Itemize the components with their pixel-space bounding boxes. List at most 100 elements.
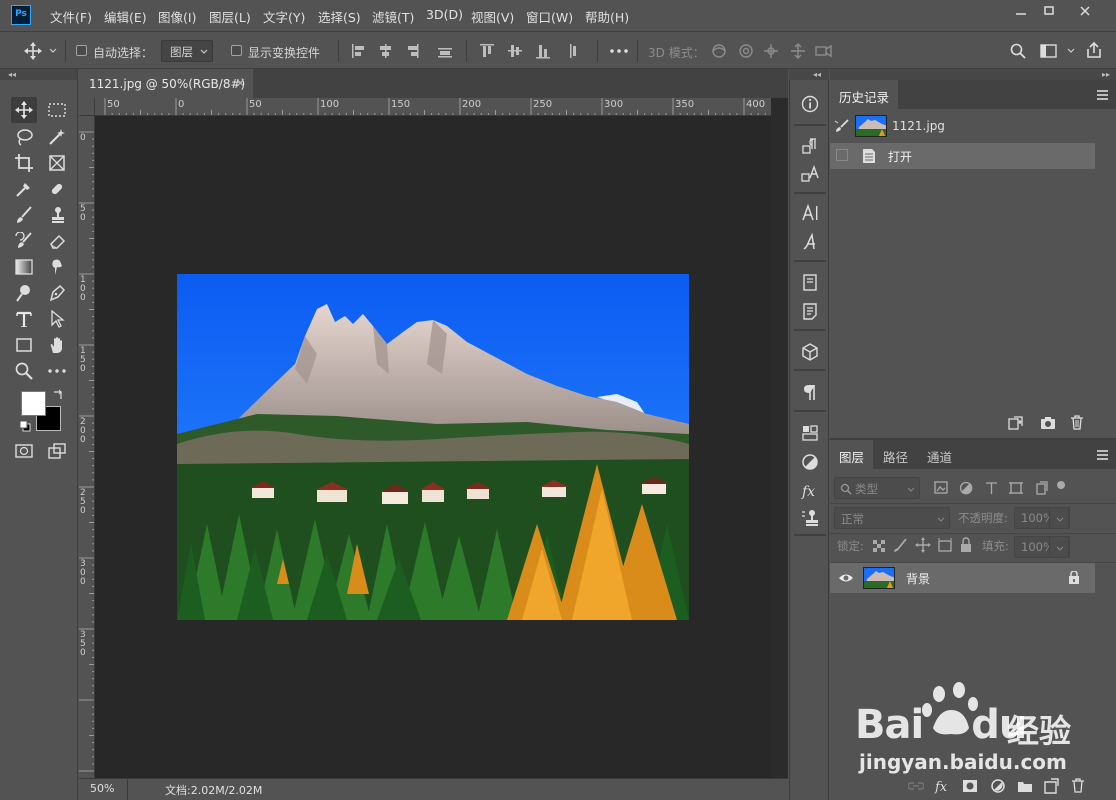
menu-help[interactable]: 帮助(H) xyxy=(585,7,629,26)
restore-button[interactable] xyxy=(1033,0,1065,22)
paragraph-panel-button[interactable] xyxy=(797,380,823,404)
foreground-color-swatch[interactable] xyxy=(21,391,46,416)
document-image[interactable] xyxy=(177,274,689,620)
layer-row[interactable]: 背景 xyxy=(830,563,1095,593)
edit-toolbar-button[interactable] xyxy=(44,358,70,384)
link-layers-icon[interactable] xyxy=(908,780,924,792)
character-styles-button[interactable] xyxy=(797,162,823,186)
styles-panel-button[interactable]: fx xyxy=(797,479,823,503)
character-panel-button[interactable] xyxy=(797,201,823,225)
panel-menu-icon[interactable] xyxy=(1097,90,1108,102)
menu-edit[interactable]: 编辑(E) xyxy=(104,7,147,26)
crop-tool[interactable] xyxy=(11,150,37,176)
new-document-from-state-icon[interactable] xyxy=(1008,416,1024,430)
marquee-tool[interactable] xyxy=(44,97,70,123)
menu-layer[interactable]: 图层(L) xyxy=(209,7,251,26)
info-panel-button[interactable] xyxy=(797,92,823,116)
hand-tool[interactable] xyxy=(44,332,70,358)
path-selection-tool[interactable] xyxy=(44,306,70,332)
gradient-tool[interactable] xyxy=(11,254,37,280)
close-window-button[interactable] xyxy=(1069,0,1101,22)
layer-filter-icons[interactable] xyxy=(934,480,1066,496)
iconstrip-collapse-bar[interactable]: ◂◂ xyxy=(789,69,829,80)
fill-dropdown[interactable] xyxy=(1049,536,1069,558)
history-snapshot[interactable]: 1121.jpg xyxy=(830,113,1096,139)
move-tool[interactable] xyxy=(11,97,37,123)
trash-icon[interactable] xyxy=(1071,778,1085,793)
vertical-scrollbar[interactable] xyxy=(771,98,788,778)
clone-source-button[interactable] xyxy=(797,506,823,530)
menu-filter[interactable]: 滤镜(T) xyxy=(372,7,414,26)
zoom-level[interactable]: 50% xyxy=(90,782,114,795)
blend-mode-dropdown[interactable]: 正常 xyxy=(834,507,950,529)
screen-mode-button[interactable] xyxy=(44,438,70,464)
adjustments-panel-button[interactable] xyxy=(797,450,823,474)
type-tool[interactable] xyxy=(11,306,37,332)
history-step[interactable]: 打开 xyxy=(830,143,1095,169)
lock-icon[interactable] xyxy=(1068,571,1080,584)
opacity-dropdown[interactable] xyxy=(1049,507,1069,529)
tools-collapse-bar[interactable]: ◂◂ xyxy=(0,69,77,80)
brush-tool[interactable] xyxy=(11,202,37,228)
move-tool-preset[interactable] xyxy=(24,42,58,60)
folder-icon[interactable] xyxy=(1017,779,1033,793)
tab-paths[interactable]: 路径 xyxy=(874,440,917,469)
panels-collapse-bar[interactable]: ▸▸ xyxy=(830,69,1116,80)
history-brush-tool[interactable] xyxy=(11,228,37,254)
dodge-tool[interactable] xyxy=(11,280,37,306)
trash-icon[interactable] xyxy=(1070,415,1084,430)
menu-3d[interactable]: 3D(D) xyxy=(426,7,463,22)
magic-wand-tool[interactable] xyxy=(44,124,70,150)
panel-menu-icon[interactable] xyxy=(1097,450,1108,462)
camera-icon[interactable] xyxy=(1040,416,1056,430)
pen-tool[interactable] xyxy=(44,280,70,306)
document-tab[interactable]: 1121.jpg @ 50%(RGB/8#) × xyxy=(79,69,253,98)
history-step-checkbox[interactable] xyxy=(836,149,848,161)
eyedropper-tool[interactable] xyxy=(11,176,37,202)
show-transform-checkbox[interactable] xyxy=(231,45,242,56)
new-layer-icon[interactable] xyxy=(1043,778,1059,794)
swap-colors-icon[interactable] xyxy=(52,389,64,401)
menu-image[interactable]: 图像(I) xyxy=(158,7,196,26)
libraries-panel-button[interactable] xyxy=(797,271,823,295)
quick-mask-button[interactable] xyxy=(11,438,37,464)
search-icon[interactable] xyxy=(1010,43,1026,59)
paragraph-styles-button[interactable] xyxy=(797,134,823,158)
menu-view[interactable]: 视图(V) xyxy=(471,7,514,26)
healing-brush-tool[interactable] xyxy=(44,176,70,202)
canvas-area[interactable] xyxy=(95,116,771,778)
menu-type[interactable]: 文字(Y) xyxy=(263,7,305,26)
fx-icon[interactable]: fx xyxy=(934,778,950,794)
menu-select[interactable]: 选择(S) xyxy=(318,7,361,26)
tab-channels[interactable]: 通道 xyxy=(918,440,961,469)
smudge-tool[interactable] xyxy=(44,254,70,280)
eraser-tool[interactable] xyxy=(44,228,70,254)
add-mask-icon[interactable] xyxy=(962,779,978,793)
rectangle-tool[interactable] xyxy=(11,332,37,358)
zoom-tool[interactable] xyxy=(11,358,37,384)
align-icons[interactable] xyxy=(352,43,462,59)
clone-stamp-tool[interactable] xyxy=(44,202,70,228)
lasso-tool[interactable] xyxy=(11,124,37,150)
notes-panel-button[interactable] xyxy=(797,300,823,324)
more-options-icon[interactable] xyxy=(610,49,628,53)
3d-panel-button[interactable] xyxy=(797,340,823,364)
3d-mode-icons[interactable] xyxy=(710,42,836,60)
tab-layers[interactable]: 图层 xyxy=(830,440,874,469)
share-icon[interactable] xyxy=(1086,41,1102,59)
adjustment-layer-icon[interactable] xyxy=(990,778,1006,794)
distribute-icons[interactable] xyxy=(480,43,580,59)
tab-history[interactable]: 历史记录 xyxy=(830,80,899,109)
workspace-switcher-icon[interactable] xyxy=(1040,43,1078,59)
document-size[interactable]: 文档:2.02M/2.02M xyxy=(165,782,262,798)
auto-select-checkbox[interactable] xyxy=(76,45,87,56)
eye-icon[interactable] xyxy=(838,572,854,584)
close-tab-icon[interactable]: × xyxy=(235,76,246,91)
glyphs-panel-button[interactable] xyxy=(797,230,823,254)
photoshop-logo[interactable]: Ps xyxy=(11,5,31,25)
ruler-origin[interactable] xyxy=(79,98,95,116)
menu-window[interactable]: 窗口(W) xyxy=(526,7,573,26)
default-colors-icon[interactable] xyxy=(19,420,31,432)
lock-icons[interactable] xyxy=(872,537,978,553)
menu-file[interactable]: 文件(F) xyxy=(50,7,92,26)
